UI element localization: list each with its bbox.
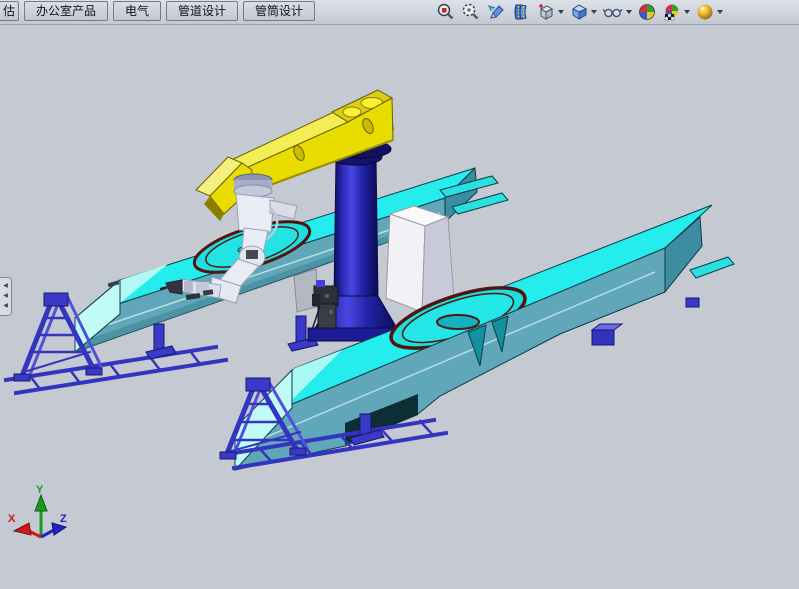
triad-z-label: Z (60, 513, 67, 525)
command-manager-toolbar: 估 办公室产品 电气 管道设计 管筒设计 (0, 0, 799, 25)
heads-up-view-toolbar (436, 2, 723, 22)
display-style-icon[interactable] (569, 2, 597, 22)
previous-view-icon[interactable] (486, 2, 506, 22)
tab-evaluate-partial[interactable]: 估 (0, 1, 19, 21)
view-orientation-icon[interactable] (536, 2, 564, 22)
triad-y-label: Y (36, 484, 44, 496)
collapse-arrow-icon: ◀ (3, 292, 8, 301)
dropdown-arrow-icon[interactable] (626, 10, 632, 14)
zoom-to-area-icon[interactable] (461, 2, 481, 22)
dropdown-arrow-icon[interactable] (684, 10, 690, 14)
tab-office-products[interactable]: 办公室产品 (24, 1, 108, 21)
viewport-3d[interactable]: Y X Z (0, 0, 799, 589)
edit-appearance-icon[interactable] (637, 2, 657, 22)
command-tabs: 估 办公室产品 电气 管道设计 管筒设计 (0, 1, 320, 21)
dropdown-arrow-icon[interactable] (558, 10, 564, 14)
cad-application-window: Y X Z 估 办公室产品 电气 管道设计 管筒设计 (0, 0, 799, 589)
white-wedge-fixture[interactable] (386, 206, 454, 312)
section-view-icon[interactable] (511, 2, 531, 22)
dropdown-arrow-icon[interactable] (591, 10, 597, 14)
apply-scene-icon[interactable] (662, 2, 690, 22)
collapse-arrow-icon: ◀ (3, 302, 8, 311)
zoom-to-fit-icon[interactable] (436, 2, 456, 22)
tab-tubing-design[interactable]: 管筒设计 (243, 1, 315, 21)
tab-piping-design[interactable]: 管道设计 (166, 1, 238, 21)
hide-show-items-icon[interactable] (602, 2, 632, 22)
triad-x-label: X (8, 513, 16, 525)
tab-electrical[interactable]: 电气 (113, 1, 161, 21)
collapse-arrow-icon: ◀ (3, 282, 8, 291)
panel-splitter-handle[interactable]: ◀ ◀ ◀ (0, 277, 12, 316)
dropdown-arrow-icon[interactable] (717, 10, 723, 14)
checkered-flag (665, 14, 674, 20)
view-settings-icon[interactable] (695, 2, 723, 22)
